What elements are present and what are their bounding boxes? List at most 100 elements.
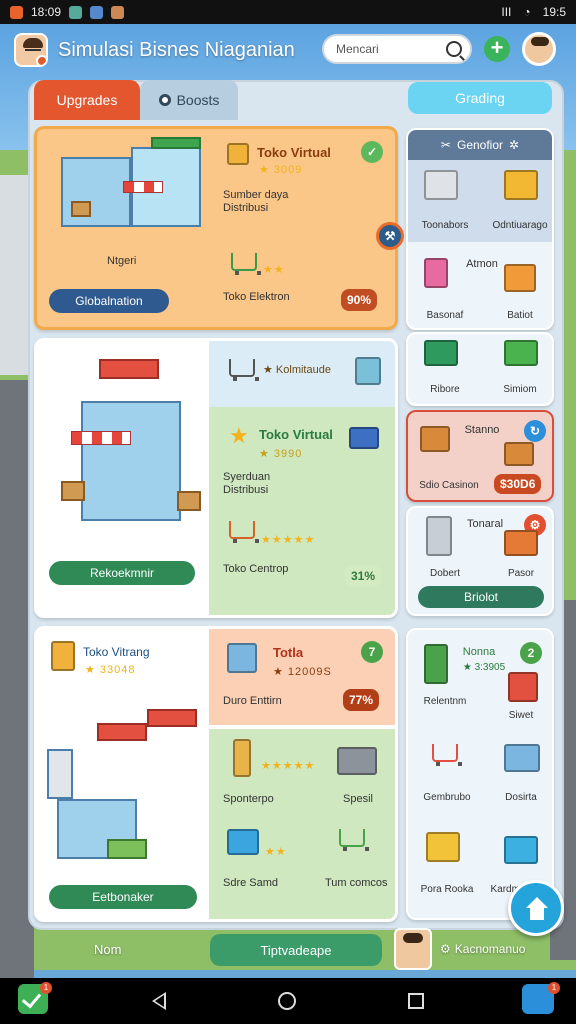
cart-icon	[231, 253, 261, 275]
item-label: Ntgeri	[107, 255, 137, 267]
nav-upgrade-button[interactable]: Tiptvadeape	[210, 934, 382, 966]
refresh-icon[interactable]: ↻	[524, 420, 546, 442]
store-illustration	[51, 351, 201, 551]
item-title: Atmon	[466, 258, 498, 270]
notification-badge: 1	[548, 982, 560, 994]
label-c: Sdre Samd	[223, 877, 279, 889]
nav-home[interactable]: Nom	[94, 942, 121, 957]
background-building	[0, 175, 30, 375]
side-card-2[interactable]: Stanno ↻ Sdio Casinon $30D6	[406, 410, 554, 502]
counter-icon	[504, 530, 538, 556]
recents-icon[interactable]	[408, 993, 424, 1009]
nav-achievements[interactable]: ⚙ Kacnomanuo	[440, 942, 525, 956]
business-card-2[interactable]: ★ Kolmitaude ★ Toko Virtual ★ 3990 Syerd…	[34, 338, 398, 618]
top-header: Simulasi Bisnes Niaganian Mencari +	[14, 26, 566, 74]
crate-icon	[504, 836, 538, 864]
gear-icon	[158, 94, 171, 106]
home-icon[interactable]	[508, 880, 564, 936]
tab-shop[interactable]: Grading	[408, 82, 552, 114]
right-price: ★ 12009S	[273, 666, 332, 678]
cart-label: Toko Elektron	[223, 291, 290, 303]
app-icon	[111, 5, 125, 19]
register-icon	[424, 170, 458, 200]
store-illustration	[47, 689, 207, 879]
side-card-1[interactable]: ✂ Genofior ✲ Toonabors Odntiuarago Atmon…	[406, 128, 554, 330]
crate	[71, 201, 91, 217]
business-card-3[interactable]: Toko Vitrang ★ 33048 Totla ★ 12009S Duro…	[34, 626, 398, 922]
globalnation-button[interactable]: Globalnation	[49, 289, 169, 313]
crate	[177, 491, 201, 511]
side-card-title: Nonna	[462, 646, 496, 658]
side-card-4[interactable]: Nonna 2 ★ 3:3905 Relentnm Siwet Gembrubo…	[406, 628, 554, 920]
register-icon	[337, 747, 377, 775]
notification-dot-icon	[36, 55, 46, 65]
rating-stars: ★★	[265, 846, 287, 858]
safe-icon	[227, 643, 257, 673]
back-icon[interactable]	[152, 992, 166, 1010]
rating-stars: ★★	[263, 264, 285, 276]
phone-icon	[355, 357, 381, 385]
search-icon[interactable]	[446, 41, 462, 57]
briolot-button[interactable]: Briolot	[418, 586, 544, 608]
gear-icon: ⚙	[440, 942, 451, 956]
store-illustration	[51, 137, 211, 257]
fridge-icon	[426, 516, 452, 556]
level-badge: 7	[361, 641, 383, 663]
app-icon	[69, 5, 83, 19]
business-card-1[interactable]: Ntgeri Toko Virtual ★ 3009 Sumber daya D…	[34, 126, 398, 330]
table-icon	[504, 442, 534, 466]
cart-icon	[432, 744, 462, 766]
wifi-icon: ◔	[523, 5, 531, 19]
side-card-1b[interactable]: Ribore Simiom	[406, 332, 554, 406]
item-label: Dosirta	[505, 792, 537, 803]
produce-crate	[107, 839, 147, 859]
eetbonaker-button[interactable]: Eetbonaker	[49, 885, 197, 909]
rating-stars: ★★★★★	[261, 760, 316, 772]
notification-icon	[10, 5, 23, 19]
item-label: Pora Rooka	[420, 884, 474, 895]
monitor-icon	[227, 829, 259, 855]
item-label: Toonabors	[421, 220, 469, 231]
left-title: Toko Vitrang	[83, 645, 150, 659]
store-roof	[97, 723, 147, 741]
vending-icon	[424, 644, 448, 684]
add-button[interactable]: +	[484, 36, 510, 62]
tools-icon: ✂	[440, 138, 451, 152]
side-card-label: Pasor	[507, 568, 535, 579]
player-avatar[interactable]	[14, 33, 48, 67]
side-card-3[interactable]: Tonaral ⚙ Dobert Pasor Briolot	[406, 506, 554, 616]
progress-percent: 77%	[343, 689, 380, 711]
item-label: Odntiuarago	[492, 220, 548, 231]
tab-boosts[interactable]: Boosts	[140, 80, 238, 120]
app-title: Simulasi Bisnes Niaganian	[58, 38, 295, 61]
side-card-header: ✂ Genofior ✲	[408, 130, 552, 160]
crate-icon	[426, 832, 460, 862]
dumpster-icon	[424, 340, 458, 366]
rating-stars: ★★★★★	[261, 534, 316, 546]
home-nav-icon[interactable]	[278, 992, 296, 1010]
profile-avatar[interactable]	[522, 32, 556, 66]
card-title: Toko Virtual	[257, 145, 331, 160]
cart-icon	[349, 427, 379, 449]
rekoekmnir-button[interactable]: Rekoekmnir	[49, 561, 195, 585]
level-badge: 2	[520, 642, 542, 664]
gear-icon: ✲	[509, 138, 520, 152]
search-input[interactable]: Mencari	[322, 34, 472, 64]
side-card-title: Genofior	[456, 138, 504, 152]
basket-icon	[227, 143, 249, 165]
item-label: Siwet	[508, 710, 534, 721]
awning	[71, 431, 131, 445]
side-card-price: ★ 3:3905	[462, 662, 506, 673]
wrench-icon[interactable]: ⚒	[376, 222, 404, 250]
crate-icon	[51, 641, 75, 671]
status-time-right: 19:5	[542, 5, 566, 19]
cart-icon	[339, 829, 369, 851]
right-title: Totla	[273, 645, 304, 660]
tab-upgrades[interactable]: Upgrades	[34, 80, 140, 120]
battery-indicator: III	[501, 5, 512, 19]
store-roof	[99, 359, 159, 379]
cart-label: Toko Centrop	[223, 563, 289, 575]
progress-percent: 90%	[341, 289, 378, 311]
nav-avatar[interactable]	[394, 928, 432, 970]
side-card-title: Tonaral	[466, 518, 504, 530]
